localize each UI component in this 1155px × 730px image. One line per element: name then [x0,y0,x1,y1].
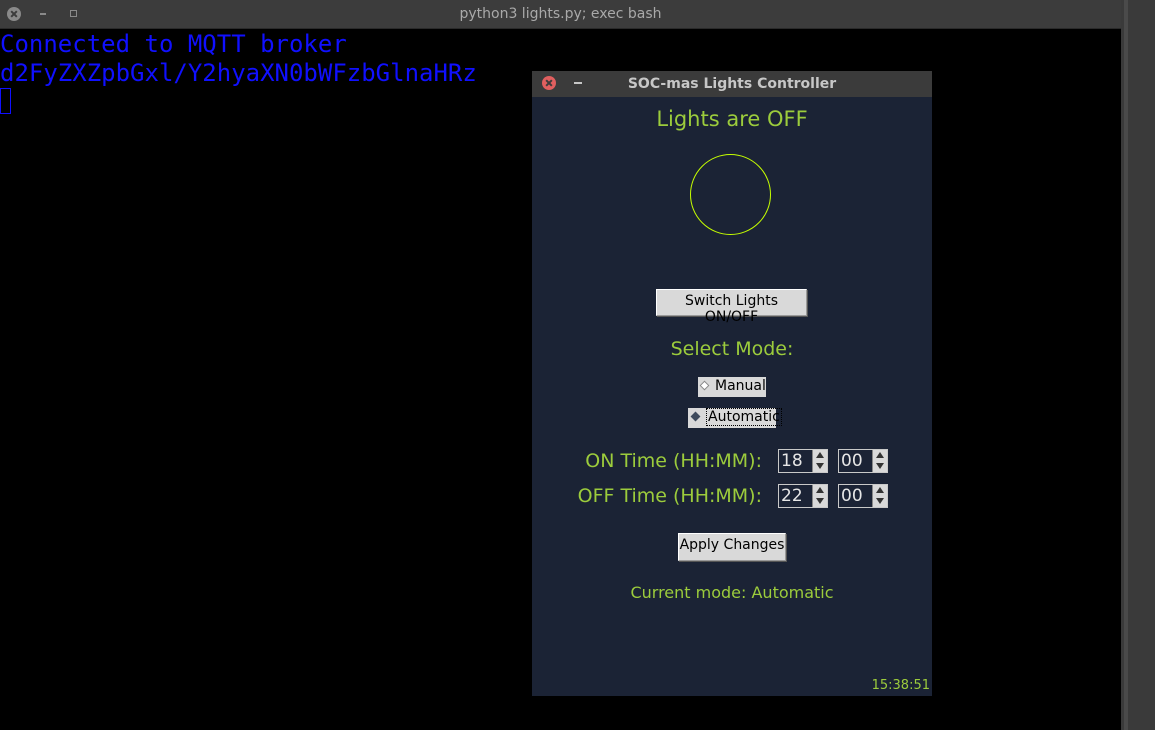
apply-changes-button[interactable]: Apply Changes [678,533,786,561]
select-mode-label: Select Mode: [670,338,794,360]
spinbox-arrows[interactable] [872,485,887,507]
spinbox-arrows[interactable] [872,450,887,472]
terminal-output-line: Connected to MQTT broker [0,30,347,58]
arrow-up-icon[interactable] [876,452,884,458]
spinbox-arrows[interactable] [812,485,827,507]
radio-label: Manual [715,378,766,394]
app-title: SOC-mas Lights Controller [627,76,837,92]
arrow-down-icon[interactable] [876,498,884,504]
switch-lights-button[interactable]: Switch Lights ON/OFF [656,289,807,325]
terminal-title: python3 lights.py; exec bash [459,6,662,22]
arrow-up-icon[interactable] [876,487,884,493]
radio-indicator-icon [690,411,701,422]
spinbox-value: 22 [781,486,803,506]
spinbox-value: 00 [841,486,863,506]
off-time-label: OFF Time (HH:MM): [577,485,762,507]
lights-status: Lights are OFF [656,107,808,131]
radio-indicator-icon [699,380,710,391]
bulb-indicator [690,154,771,235]
scrollbar-track[interactable] [1124,0,1128,730]
terminal-cursor[interactable] [0,88,11,114]
arrow-down-icon[interactable] [876,463,884,469]
spinbox-arrows[interactable] [812,450,827,472]
mode-radio-manual[interactable]: Manual [698,377,766,397]
on-time-label: ON Time (HH:MM): [585,450,762,472]
arrow-up-icon[interactable] [816,452,824,458]
current-mode-text: Current mode: Automatic [630,583,834,602]
spinbox-value: 18 [781,451,803,471]
lights-controller-window: SOC-mas Lights Controller Lights are OFF… [532,71,932,696]
arrow-up-icon[interactable] [816,487,824,493]
off-hour-spinbox[interactable]: 22 [778,484,828,508]
clock: 15:38:51 [871,678,930,693]
arrow-down-icon[interactable] [816,463,824,469]
radio-label: Automatic [706,408,782,426]
on-hour-spinbox[interactable]: 18 [778,449,828,473]
app-titlebar: SOC-mas Lights Controller [532,71,932,97]
mode-radio-automatic[interactable]: Automatic [688,408,782,428]
spinbox-value: 00 [841,451,863,471]
off-minute-spinbox[interactable]: 00 [838,484,888,508]
terminal-titlebar: python3 lights.py; exec bash [0,0,1121,29]
on-minute-spinbox[interactable]: 00 [838,449,888,473]
terminal-output-line: d2FyZXZpbGxl/Y2hyaXN0bWFzbGlnaHRz [0,59,477,87]
arrow-down-icon[interactable] [816,498,824,504]
